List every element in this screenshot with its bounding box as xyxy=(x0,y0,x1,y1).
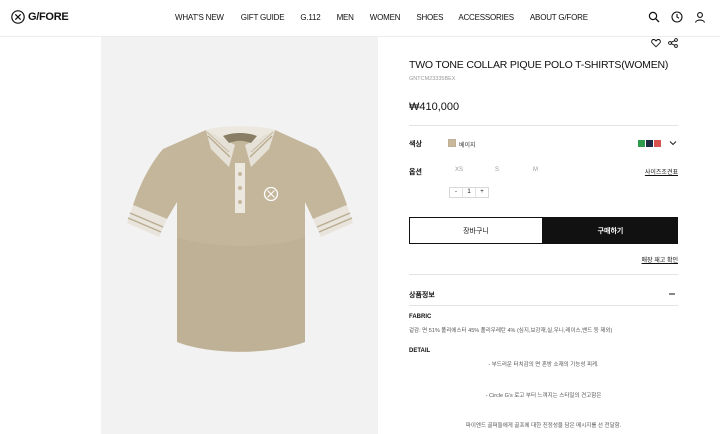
detail-line: 파이엔드 골퍼들에게 골프에 대한 진정성을 담은 메시지를 선 전달함. xyxy=(465,423,622,429)
buy-now-button[interactable]: 구매하기 xyxy=(543,217,678,244)
product-price: ₩410,000 xyxy=(409,101,460,113)
nav-item-g112[interactable]: G.112 xyxy=(300,13,320,22)
quantity-stepper: - 1 + xyxy=(449,187,489,198)
brand-name: G/FORE xyxy=(28,11,69,23)
size-option-s[interactable]: S xyxy=(495,167,499,173)
divider xyxy=(409,274,678,275)
color-option-navy[interactable] xyxy=(646,140,653,147)
selected-color-name: 베이지 xyxy=(459,143,476,149)
size-guide-link[interactable]: 사이즈조견표 xyxy=(645,167,678,176)
divider xyxy=(409,125,678,126)
heart-icon[interactable] xyxy=(651,38,661,48)
store-stock-link[interactable]: 매장 재고 확인 xyxy=(642,255,678,264)
color-label: 색상 xyxy=(409,141,422,148)
qty-plus-button[interactable]: + xyxy=(476,188,488,197)
size-option-xs[interactable]: XS xyxy=(455,167,463,173)
share-icon[interactable] xyxy=(668,38,678,48)
nav-item-whats-new[interactable]: WHAT'S NEW xyxy=(175,13,224,22)
collapse-icon[interactable] xyxy=(668,290,676,298)
polo-shirt-illustration xyxy=(127,126,353,352)
site-header: G/FORE WHAT'S NEW GIFT GUIDE G.112 MEN W… xyxy=(0,0,720,37)
color-option-red[interactable] xyxy=(654,140,661,147)
product-info-heading[interactable]: 상품정보 xyxy=(409,290,435,300)
nav-item-about[interactable]: ABOUT G/FORE xyxy=(530,13,588,22)
gfore-logo-icon xyxy=(11,10,25,24)
nav-item-women[interactable]: WOMEN xyxy=(370,13,401,22)
product-sku: GNTCM23335BEX xyxy=(409,76,456,82)
clock-icon[interactable] xyxy=(671,11,683,23)
chevron-down-icon[interactable] xyxy=(669,139,677,147)
option-label: 옵션 xyxy=(409,169,422,176)
detail-line: - Circle G's 로고 부터 느껴지는 스타일의 견고함은 xyxy=(485,393,602,399)
selected-color-swatch xyxy=(448,139,456,147)
qty-minus-button[interactable]: - xyxy=(450,188,462,197)
divider xyxy=(409,305,678,306)
product-image[interactable] xyxy=(101,37,378,434)
size-option-m[interactable]: M xyxy=(533,167,538,173)
color-option-green[interactable] xyxy=(638,140,645,147)
product-panel: TWO TONE COLLAR PIQUE POLO T-SHIRTS(WOME… xyxy=(409,37,678,434)
fabric-text: 겉감: 면 51% 폴리에스터 45% 폴리우레탄 4% (심지,보강재,실,우… xyxy=(409,328,613,334)
qty-value[interactable]: 1 xyxy=(462,188,476,197)
color-options xyxy=(638,140,661,147)
product-title: TWO TONE COLLAR PIQUE POLO T-SHIRTS(WOME… xyxy=(409,59,669,71)
detail-line: - 부드러운 터치감의 면 혼방 소재의 기능성 피케. xyxy=(488,362,599,368)
product-actions xyxy=(651,38,678,48)
add-to-cart-button[interactable]: 장바구니 xyxy=(409,217,543,244)
nav-item-shoes[interactable]: SHOES xyxy=(416,13,443,22)
header-icons xyxy=(648,11,706,23)
main-nav: WHAT'S NEW GIFT GUIDE G.112 MEN WOMEN SH… xyxy=(175,13,588,22)
fabric-title: FABRIC xyxy=(409,314,432,320)
brand-logo[interactable]: G/FORE xyxy=(11,10,69,24)
nav-item-accessories[interactable]: ACCESSORIES xyxy=(458,13,514,22)
search-icon[interactable] xyxy=(648,11,660,23)
user-icon[interactable] xyxy=(694,11,706,23)
nav-item-gift-guide[interactable]: GIFT GUIDE xyxy=(241,13,285,22)
nav-item-men[interactable]: MEN xyxy=(337,13,354,22)
detail-title: DETAIL xyxy=(409,348,431,354)
